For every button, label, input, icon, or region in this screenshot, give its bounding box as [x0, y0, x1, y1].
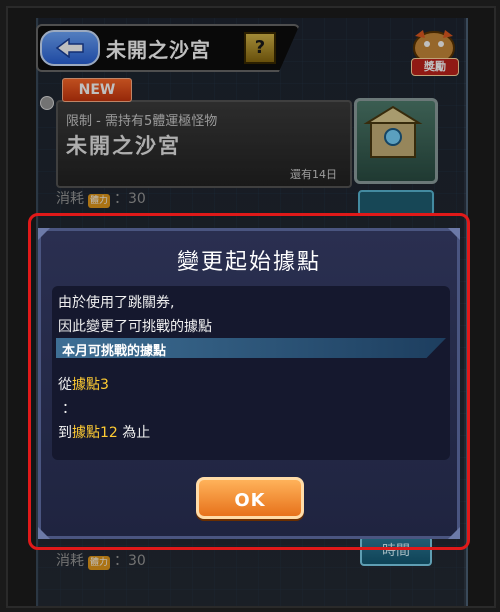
- highlight-box: [28, 213, 470, 550]
